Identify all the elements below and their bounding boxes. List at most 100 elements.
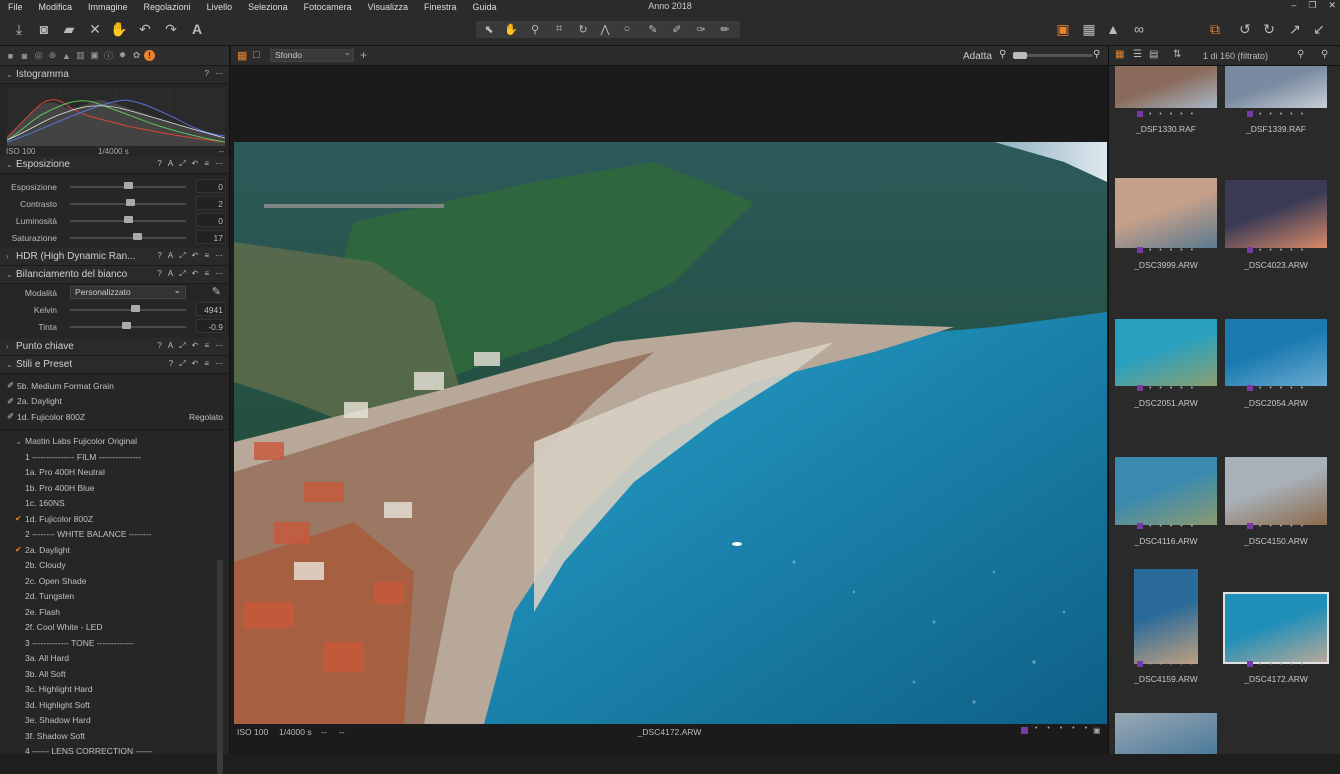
slider-value[interactable]: 4941 [204, 305, 223, 315]
help-icon[interactable]: ? [205, 69, 209, 78]
menu-regolazioni[interactable]: Regolazioni [136, 0, 199, 14]
picker-tool-icon[interactable]: ✎ [642, 19, 664, 39]
thumbnail-rating[interactable]: • • • • • [1137, 111, 1196, 118]
thumbnail[interactable] [1115, 319, 1217, 386]
spot-tool-icon[interactable]: ○ [616, 19, 638, 39]
thumbnail-rating[interactable]: • • • • • [1137, 523, 1196, 530]
eyedropper-icon[interactable]: ✎ [212, 285, 221, 298]
more-icon[interactable]: ⋯ [215, 69, 223, 78]
brightness-slider[interactable]: Luminosità 0 [0, 212, 229, 229]
preset-item[interactable]: 3b. All Soft [25, 666, 229, 682]
preset-item[interactable]: 2 -------- WHITE BALANCE -------- [25, 527, 229, 543]
reset-icon[interactable]: ↺ [1234, 19, 1256, 39]
detail-tab-icon[interactable]: ▥ [74, 49, 87, 62]
multi-view-icon[interactable]: ▦ [237, 49, 247, 62]
more-icon[interactable]: ⋯ [215, 159, 223, 169]
thumbnail[interactable] [1223, 592, 1329, 664]
auto-icon[interactable]: A [168, 269, 173, 279]
slider-knob[interactable] [121, 322, 131, 329]
filmstrip-icon[interactable]: ▤ [1149, 49, 1158, 60]
auto-icon[interactable]: A [168, 159, 173, 169]
list-view-icon[interactable]: ☰ [1133, 49, 1142, 60]
hand-icon[interactable]: ✋ [108, 19, 130, 39]
exposure-slider[interactable]: Esposizione 0 [0, 178, 229, 195]
preset-item[interactable]: 2c. Open Shade [25, 573, 229, 589]
menu-modifica[interactable]: Modifica [31, 0, 81, 14]
help-icon[interactable]: ? [157, 269, 161, 279]
keystone-tool-icon[interactable]: ⋀ [594, 19, 616, 39]
zoom-in-icon[interactable]: ⚲ [1093, 49, 1100, 60]
auto-icon[interactable]: A [168, 341, 173, 351]
preset-item[interactable]: 3e. Shadow Hard [25, 713, 229, 729]
restore-icon[interactable]: ❐ [1308, 0, 1316, 11]
select-tool-icon[interactable]: ⬉ [478, 19, 500, 39]
menu-file[interactable]: File [0, 0, 31, 14]
thumbnail[interactable] [1115, 178, 1217, 248]
color-tag[interactable] [1247, 247, 1253, 254]
picker-icon[interactable]: ⤢ [179, 359, 185, 369]
preset-item[interactable]: 3c. Highlight Hard [25, 682, 229, 698]
thumbnail-rating[interactable]: • • • • • [1247, 111, 1306, 118]
thumbnail-rating[interactable]: • • • • • [1247, 385, 1306, 392]
preset-item[interactable]: ✔ 2a. Daylight [15, 542, 229, 558]
crop-tool-icon[interactable]: ⌗ [548, 19, 570, 39]
list-icon[interactable]: ≡ [204, 159, 209, 169]
import-arrow-icon[interactable]: ↙ [1308, 19, 1330, 39]
picker-icon[interactable]: ⤢ [179, 159, 185, 169]
kelvin-slider[interactable]: Kelvin 4941 [0, 301, 229, 318]
applied-style-item[interactable]: ✐ 5b. Medium Format Grain [7, 378, 229, 394]
pan-tool-icon[interactable]: ✋ [500, 19, 522, 39]
preset-item[interactable]: 1 --------------- FILM --------------- [25, 449, 229, 465]
preset-group[interactable]: ⌄ Mastin Labs Fujicolor Original [15, 434, 229, 450]
list-icon[interactable]: ≡ [204, 251, 209, 261]
warning-icon[interactable]: ▲ [1102, 19, 1124, 39]
color-tag[interactable] [1247, 111, 1253, 118]
exposure-header[interactable]: ⌄ Esposizione ? A ⤢ ↶ ≡ ⋯ [0, 156, 229, 174]
tint-slider[interactable]: Tinta -0.9 [0, 318, 229, 335]
menu-seleziona[interactable]: Seleziona [240, 0, 296, 14]
slider-value[interactable]: 0 [218, 182, 223, 192]
rating-stars[interactable]: • • • • • [1035, 725, 1091, 732]
slider-value[interactable]: 0 [218, 216, 223, 226]
undo-icon[interactable]: ↶ [134, 19, 156, 39]
preset-item[interactable]: 3 ------------- TONE ------------- [25, 635, 229, 651]
color-tag[interactable] [1137, 247, 1143, 254]
thumbnail[interactable] [1225, 66, 1327, 108]
slider-value[interactable]: 2 [218, 199, 223, 209]
thumbnail-rating[interactable]: • • • • • [1247, 661, 1306, 668]
menu-guida[interactable]: Guida [465, 0, 505, 14]
color-tag[interactable] [1021, 727, 1028, 734]
menu-finestra[interactable]: Finestra [416, 0, 465, 14]
color-tag[interactable] [1247, 385, 1253, 392]
adjust-tab-icon[interactable]: ▣ [88, 49, 101, 62]
reset-tool-icon[interactable]: ↶ [192, 269, 199, 279]
preset-item[interactable]: 3a. All Hard [25, 651, 229, 667]
slider-knob[interactable] [124, 216, 133, 223]
wb-mode-select[interactable]: Personalizzato [70, 285, 186, 299]
grid-icon[interactable]: ▦ [1078, 19, 1100, 39]
close-window-icon[interactable]: ✕ [1328, 0, 1336, 11]
thumbnail-rating[interactable]: • • • • • [1247, 247, 1306, 254]
styles-header[interactable]: ⌄ Stili e Preset ? ⤢ ↶ ≡ ⋯ [0, 356, 229, 374]
export-icon[interactable]: ↗ [1284, 19, 1306, 39]
more-icon[interactable]: ⋯ [215, 269, 223, 279]
exposure-warning-icon[interactable]: ▣ [1052, 19, 1074, 39]
preset-item[interactable]: 1a. Pro 400H Neutral [25, 465, 229, 481]
preset-item[interactable]: ✔ 1d. Fujicolor 800Z [15, 511, 229, 527]
applied-style-item[interactable]: ✐ 1d. Fujicolor 800Z Regolato [7, 409, 229, 425]
hdr-header[interactable]: › HDR (High Dynamic Ran... ? A ⤢ ↶ ≡ ⋯ [0, 248, 229, 266]
delete-icon[interactable]: ✕ [84, 19, 106, 39]
thumbnail-rating[interactable]: • • • • • [1137, 661, 1196, 668]
eraser-tool-icon[interactable]: ✏ [714, 19, 736, 39]
preset-item[interactable]: 1b. Pro 400H Blue [25, 480, 229, 496]
keypoint-header[interactable]: › Punto chiave ? A ⤢ ↶ ≡ ⋯ [0, 338, 229, 356]
reset-tool-icon[interactable]: ↶ [192, 251, 199, 261]
menu-immagine[interactable]: Immagine [80, 0, 136, 14]
preset-item[interactable]: 1c. 160NS [25, 496, 229, 512]
single-view-icon[interactable]: □ [253, 49, 260, 61]
saturation-slider[interactable]: Saturazione 17 [0, 229, 229, 246]
more-icon[interactable]: ⋯ [215, 359, 223, 369]
thumbnail-rating[interactable]: • • • • • [1137, 247, 1196, 254]
preset-item[interactable]: 3d. Highlight Soft [25, 697, 229, 713]
batch-tab-icon[interactable]: ✿ [130, 49, 143, 62]
